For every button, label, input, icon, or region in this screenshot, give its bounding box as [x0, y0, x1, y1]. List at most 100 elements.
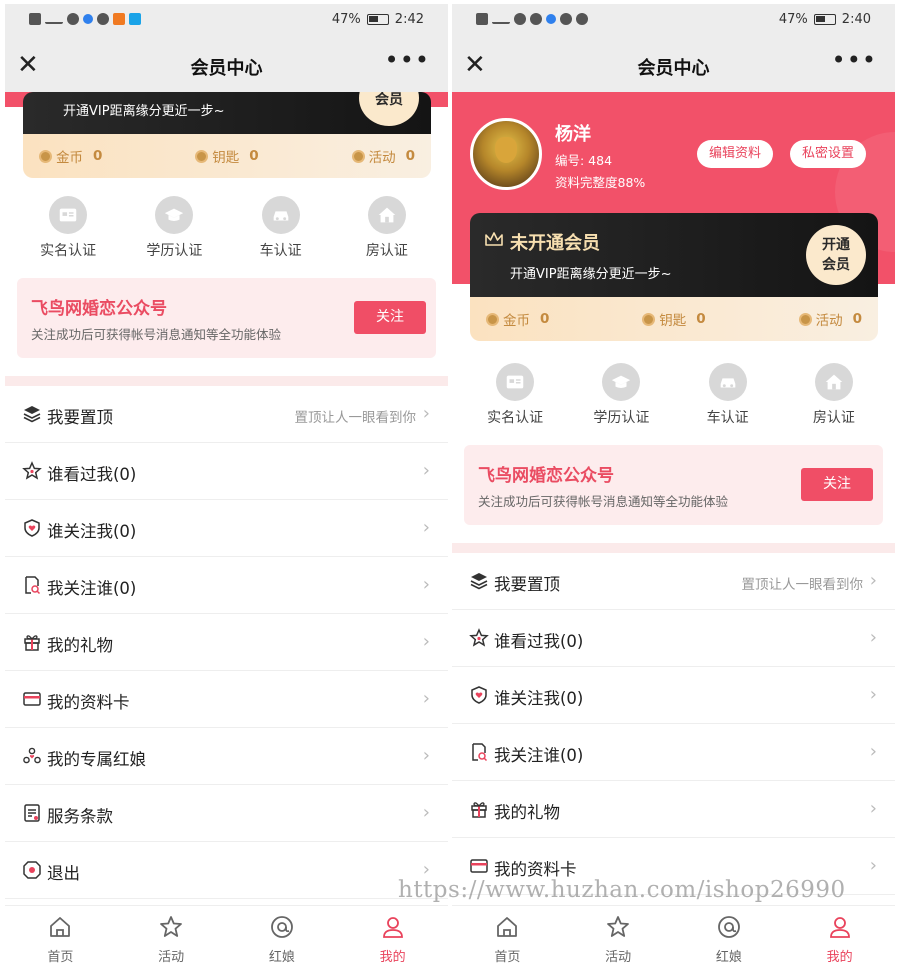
- vip-card[interactable]: 未开通会员 开通VIP距离缘分更近一步~ 开通 会员: [470, 213, 878, 297]
- battery-percent: 47%: [778, 12, 808, 27]
- status-icons: [29, 13, 141, 25]
- menu-item-pin-top[interactable]: 我要置顶 置顶让人一眼看到你 ›: [5, 386, 448, 443]
- shield-app-icon: [83, 14, 93, 24]
- promo-title: 飞鸟网婚恋公众号: [31, 299, 167, 319]
- phone-screen-scrolled: 47% 2:42 ✕ 会员中心 ••• 开通VIP距离缘分更近一步~ 会员 金币…: [5, 4, 448, 970]
- id-card-icon: [49, 196, 88, 234]
- cert-realname[interactable]: 实名认证: [470, 363, 560, 427]
- vip-open-button[interactable]: 会员: [359, 92, 419, 126]
- tab-mine[interactable]: 我的: [805, 906, 875, 970]
- certification-row: 实名认证 学历认证 车认证 房认证: [462, 363, 887, 427]
- watermark: https://www.huzhan.com/ishop26990: [398, 877, 846, 903]
- app-icon: [576, 13, 588, 25]
- avatar[interactable]: [470, 118, 542, 190]
- status-icons: [476, 13, 588, 25]
- menu-item-visitors[interactable]: 谁看过我(0) ›: [5, 443, 448, 500]
- cert-car[interactable]: 车认证: [683, 363, 773, 427]
- chevron-right-icon: ›: [422, 745, 430, 766]
- edit-profile-button[interactable]: 编辑资料: [697, 140, 774, 168]
- wallet-coins[interactable]: 金币 0: [486, 309, 549, 329]
- wifi-icon: [67, 13, 79, 25]
- section-divider: [452, 543, 895, 553]
- activity-icon: [351, 149, 365, 163]
- menu-item-matchmaker[interactable]: 我的专属红娘 ›: [5, 728, 448, 785]
- vip-description: 开通VIP距离缘分更近一步~: [510, 267, 672, 282]
- menu-item-followers[interactable]: 谁关注我(0) ›: [5, 500, 448, 557]
- tab-home[interactable]: 首页: [25, 906, 95, 970]
- privacy-settings-button[interactable]: 私密设置: [790, 140, 867, 168]
- menu-item-gifts[interactable]: 我的礼物 ›: [5, 614, 448, 671]
- chevron-right-icon: ›: [422, 688, 430, 709]
- doc-search-icon: [472, 743, 488, 762]
- crown-icon: [485, 232, 503, 246]
- cert-education[interactable]: 学历认证: [576, 363, 666, 427]
- signal-icon: [45, 14, 63, 24]
- phone-screen-top: 47% 2:40 ✕ 会员中心 ••• 杨洋 编号: 484 资料完整度88% …: [452, 4, 895, 970]
- menu-item-logout[interactable]: 退出 ›: [5, 842, 448, 899]
- cert-realname[interactable]: 实名认证: [23, 196, 113, 260]
- tab-home[interactable]: 首页: [472, 906, 542, 970]
- bell-icon: [560, 13, 572, 25]
- cert-house[interactable]: 房认证: [342, 196, 432, 260]
- car-icon: [708, 363, 747, 401]
- gift-icon: [471, 802, 487, 818]
- menu-item-following[interactable]: 我关注谁(0) ›: [452, 724, 895, 781]
- follow-button[interactable]: 关注: [354, 301, 426, 334]
- battery-icon: [813, 14, 836, 25]
- search-app-icon: [129, 13, 141, 25]
- menu-item-terms[interactable]: 服务条款 ›: [5, 785, 448, 842]
- tab-matchmaker[interactable]: 红娘: [247, 906, 317, 970]
- menu-item-pin-top[interactable]: 我要置顶 置顶让人一眼看到你 ›: [452, 553, 895, 610]
- graduation-cap-icon: [602, 363, 641, 401]
- section-divider: [5, 376, 448, 386]
- certification-row: 实名认证 学历认证 车认证 房认证: [15, 196, 440, 260]
- wallet-activity[interactable]: 活动 0: [798, 309, 862, 329]
- card-icon: [23, 692, 41, 706]
- chevron-right-icon: ›: [869, 798, 877, 819]
- user-icon: [382, 917, 403, 938]
- menu-item-followers[interactable]: 谁关注我(0) ›: [452, 667, 895, 724]
- house-icon: [367, 196, 406, 234]
- follow-button[interactable]: 关注: [801, 468, 873, 501]
- id-card-icon: [496, 363, 535, 401]
- vip-card[interactable]: 开通VIP距离缘分更近一步~ 会员: [23, 92, 431, 134]
- vip-title: 未开通会员: [510, 233, 600, 254]
- wallet-keys[interactable]: 钥匙 0: [195, 146, 259, 166]
- chevron-right-icon: ›: [422, 517, 430, 538]
- menu-item-visitors[interactable]: 谁看过我(0) ›: [452, 610, 895, 667]
- tab-mine[interactable]: 我的: [358, 906, 428, 970]
- battery-percent: 47%: [331, 12, 361, 27]
- chevron-right-icon: ›: [422, 574, 430, 595]
- wallet-keys[interactable]: 钥匙 0: [642, 309, 706, 329]
- promo-subtitle: 关注成功后可获得帐号消息通知等全功能体验: [478, 494, 729, 509]
- user-icon: [829, 917, 850, 938]
- more-icon[interactable]: •••: [385, 46, 430, 74]
- layers-icon: [23, 406, 41, 423]
- wallet-coins[interactable]: 金币 0: [39, 146, 102, 166]
- coin-icon: [486, 312, 499, 326]
- chevron-right-icon: ›: [869, 627, 877, 648]
- star-icon: [469, 628, 489, 647]
- home-icon: [497, 917, 518, 937]
- chevron-right-icon: ›: [422, 631, 430, 652]
- cert-car[interactable]: 车认证: [236, 196, 326, 260]
- cert-education[interactable]: 学历认证: [129, 196, 219, 260]
- tab-activity[interactable]: 活动: [136, 906, 206, 970]
- menu-item-profile-card[interactable]: 我的资料卡 ›: [5, 671, 448, 728]
- tab-matchmaker[interactable]: 红娘: [694, 906, 764, 970]
- vip-open-button[interactable]: 开通 会员: [806, 225, 866, 285]
- menu-item-gifts[interactable]: 我的礼物 ›: [452, 781, 895, 838]
- nav-bar: ✕ 会员中心 •••: [452, 38, 895, 92]
- wallet-activity[interactable]: 活动 0: [351, 146, 415, 166]
- official-account-promo: 飞鸟网婚恋公众号 关注成功后可获得帐号消息通知等全功能体验 关注: [17, 278, 436, 358]
- profile-completeness: 资料完整度88%: [555, 175, 646, 190]
- official-account-promo: 飞鸟网婚恋公众号 关注成功后可获得帐号消息通知等全功能体验 关注: [464, 445, 883, 525]
- tab-activity[interactable]: 活动: [583, 906, 653, 970]
- coin-icon: [39, 149, 52, 163]
- menu-list: 我要置顶 置顶让人一眼看到你 › 谁看过我(0) › 谁关注我(0) › 我关注…: [5, 386, 448, 899]
- cert-house[interactable]: 房认证: [789, 363, 879, 427]
- graduation-cap-icon: [155, 196, 194, 234]
- more-icon[interactable]: •••: [832, 46, 877, 74]
- chevron-right-icon: ›: [869, 741, 877, 762]
- menu-item-following[interactable]: 我关注谁(0) ›: [5, 557, 448, 614]
